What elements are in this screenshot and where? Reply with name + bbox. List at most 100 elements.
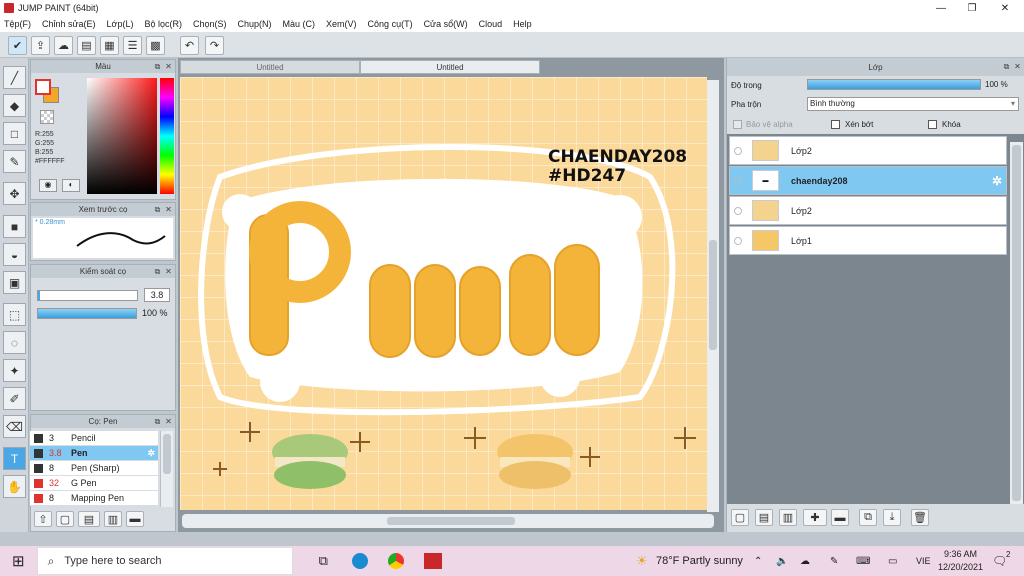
grid-icon[interactable]: ▩ — [146, 36, 165, 55]
task-view-icon[interactable]: ⧉ — [319, 553, 328, 569]
visibility-icon[interactable] — [734, 146, 742, 155]
menu-select[interactable]: Chọn(S) — [193, 19, 227, 29]
clock-date[interactable]: 12/20/2021 — [938, 562, 983, 572]
layer-opacity-slider[interactable] — [807, 79, 981, 90]
check-icon[interactable]: ✔ — [8, 36, 27, 55]
new-layer-icon[interactable]: ▢ — [731, 509, 749, 526]
maximize-button[interactable]: ❐ — [956, 0, 988, 16]
visibility-icon[interactable] — [734, 236, 742, 245]
keyboard-icon[interactable]: ⌨ — [856, 556, 870, 567]
close-icon[interactable]: ✕ — [164, 417, 173, 426]
bucket-tool-icon[interactable]: ◒ — [3, 243, 26, 266]
copy-layer-icon[interactable]: ▥ — [779, 509, 797, 526]
message-icon[interactable]: ▤ — [77, 36, 96, 55]
layer-row[interactable]: Lớp2 — [729, 136, 1007, 165]
brush-list-scrollbar[interactable] — [160, 431, 173, 507]
saturation-value-picker[interactable] — [87, 78, 157, 194]
layer-list-scrollbar[interactable] — [1010, 142, 1023, 504]
menu-file[interactable]: Tệp(F) — [4, 19, 31, 29]
add-layer-menu-icon[interactable]: ✚ — [803, 509, 827, 526]
share-icon[interactable]: ⇪ — [31, 36, 50, 55]
menu-capture[interactable]: Chụp(N) — [238, 19, 272, 29]
hand-tool-icon[interactable]: ✋ — [3, 475, 26, 498]
lasso-tool-icon[interactable]: ◌ — [3, 331, 26, 354]
settings-gear-icon[interactable]: ✲ — [147, 448, 155, 459]
canvas-horizontal-scrollbar[interactable] — [182, 514, 714, 528]
rect-select-tool-icon[interactable]: □ — [3, 122, 26, 145]
canvas-vertical-scrollbar[interactable] — [707, 80, 719, 512]
brush-folder-icon[interactable]: ▬ — [126, 511, 144, 527]
chevron-up-icon[interactable]: ⌃ — [754, 556, 762, 567]
fill-rect-tool-icon[interactable]: ■ — [3, 215, 26, 238]
close-button[interactable]: ✕ — [989, 0, 1021, 16]
brush-size-slider[interactable] — [37, 290, 138, 301]
visibility-icon[interactable] — [734, 176, 742, 185]
eraser-tool-icon[interactable]: ◆ — [3, 94, 26, 117]
blend-mode-select[interactable]: Bình thường ▾ — [807, 97, 1019, 111]
gradient-tool-icon[interactable]: ▣ — [3, 271, 26, 294]
merge-icon[interactable]: ⤓ — [883, 509, 901, 526]
menu-window[interactable]: Cửa sổ(W) — [424, 19, 468, 29]
close-icon[interactable]: ✕ — [164, 267, 173, 276]
menu-filter[interactable]: Bộ lọc(R) — [144, 19, 182, 29]
menu-edit[interactable]: Chỉnh sửa(E) — [42, 19, 96, 29]
list-icon[interactable]: ☰ — [123, 36, 142, 55]
eyedropper-icon[interactable]: ◐ — [62, 179, 80, 192]
tab-untitled-2[interactable]: Untitled — [360, 60, 540, 74]
float-icon[interactable]: ⧉ — [1002, 62, 1011, 71]
close-icon[interactable]: ✕ — [164, 205, 173, 214]
menu-cloud[interactable]: Cloud — [479, 19, 503, 29]
brush-item[interactable]: 8 Mapping Pen — [30, 491, 158, 506]
layer-row[interactable]: Lớp1 — [729, 226, 1007, 255]
clip-checkbox[interactable] — [831, 120, 840, 129]
new-layer-2-icon[interactable]: ▤ — [755, 509, 773, 526]
layer-row[interactable]: Lớp2 — [729, 196, 1007, 225]
hue-slider[interactable] — [160, 78, 174, 194]
brush-settings-icon[interactable]: ▥ — [104, 511, 122, 527]
artwork-canvas[interactable]: CHAENDAY208 #HD247 — [180, 77, 707, 510]
minimize-button[interactable]: — — [925, 0, 957, 16]
brush-opacity-slider[interactable] — [37, 308, 137, 319]
document-icon[interactable]: ▦ — [100, 36, 119, 55]
protect-alpha-checkbox[interactable] — [733, 120, 742, 129]
brush-tool-icon[interactable]: ╱ — [3, 66, 26, 89]
speaker-icon[interactable]: 🔈 — [776, 556, 788, 567]
lock-checkbox[interactable] — [928, 120, 937, 129]
taskbar-search-box[interactable]: ⌕ Type here to search — [36, 547, 293, 575]
primary-color-swatch[interactable] — [35, 79, 51, 95]
brush-item-selected[interactable]: 3.8 Pen ✲ — [30, 446, 158, 461]
display-icon[interactable]: ▭ — [888, 556, 897, 567]
duplicate-icon[interactable]: ⧉ — [859, 509, 877, 526]
weather-text[interactable]: 78°F Partly sunny — [656, 555, 743, 567]
select-pen-tool-icon[interactable]: ✐ — [3, 387, 26, 410]
notification-icon[interactable]: 🗨 — [992, 554, 1007, 568]
pen-tool-icon[interactable]: ✎ — [3, 150, 26, 173]
cloud-sync-icon[interactable]: ☁ — [800, 556, 810, 567]
move-tool-icon[interactable]: ✥ — [3, 182, 26, 205]
select-eraser-tool-icon[interactable]: ⌫ — [3, 415, 26, 438]
float-icon[interactable]: ⧉ — [153, 62, 162, 71]
windows-start-icon[interactable]: ⊞ — [12, 552, 25, 570]
float-icon[interactable]: ⧉ — [153, 205, 162, 214]
pen-icon[interactable]: ✎ — [830, 556, 838, 567]
text-tool-icon[interactable]: T — [3, 447, 26, 470]
close-icon[interactable]: ✕ — [1013, 62, 1022, 71]
menu-view[interactable]: Xem(V) — [326, 19, 357, 29]
brush-item[interactable]: 3 Pencil — [30, 431, 158, 446]
palette-icon[interactable]: ◉ — [39, 179, 57, 192]
redo-icon[interactable]: ↷ — [205, 36, 224, 55]
delete-layer-icon[interactable]: 🗑 — [911, 509, 929, 526]
jump-paint-taskbar-icon[interactable] — [423, 553, 442, 569]
float-icon[interactable]: ⧉ — [153, 417, 162, 426]
clock-time[interactable]: 9:36 AM — [944, 549, 977, 559]
folder-icon[interactable]: ▬ — [831, 509, 849, 526]
menu-color[interactable]: Màu (C) — [283, 19, 316, 29]
brush-item[interactable]: 32 G Pen — [30, 476, 158, 491]
marquee-tool-icon[interactable]: ⬚ — [3, 303, 26, 326]
brush-upload-icon[interactable]: ⇧ — [34, 511, 52, 527]
chrome-icon[interactable] — [387, 553, 404, 569]
brush-item[interactable]: 8 Pen (Sharp) — [30, 461, 158, 476]
brush-menu-icon[interactable]: ▤ — [78, 511, 100, 527]
magic-wand-tool-icon[interactable]: ✦ — [3, 359, 26, 382]
close-icon[interactable]: ✕ — [164, 62, 173, 71]
